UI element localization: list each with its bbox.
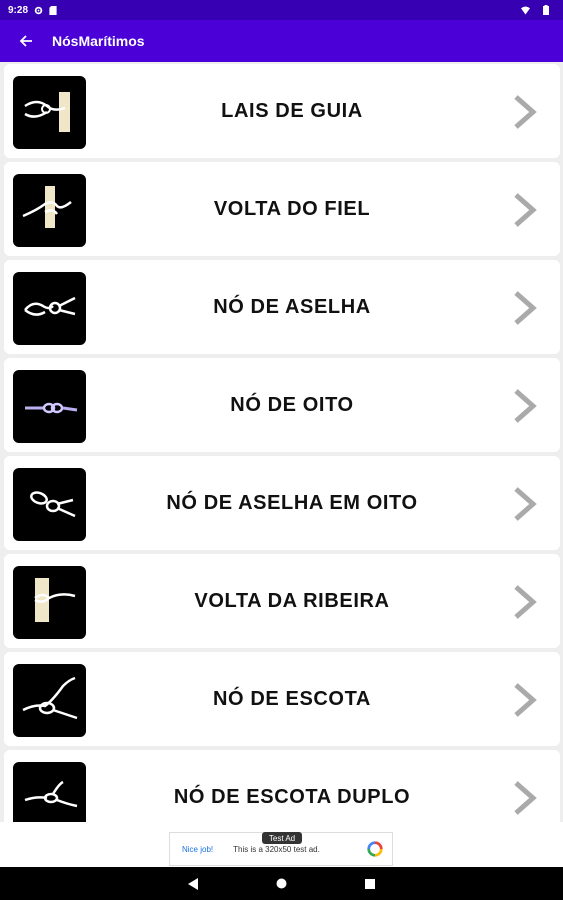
knot-name: VOLTA DO FIEL [213, 197, 371, 220]
sd-card-icon [48, 5, 57, 15]
app-bar: NósMarítimos [0, 20, 563, 62]
ad-cta: Nice job! [182, 844, 214, 854]
clove-hitch-icon [13, 174, 86, 247]
status-time: 9:28 [8, 4, 29, 16]
nav-home-button[interactable] [274, 876, 290, 892]
knot-name: NÓ DE ESCOTA [213, 687, 371, 710]
ad-tag: Test Ad [262, 832, 302, 844]
chevron-right-icon [514, 683, 537, 717]
sheet-bend-icon [13, 664, 86, 737]
system-nav-bar [0, 867, 563, 900]
knot-name: LAIS DE GUIA [221, 99, 363, 122]
list-item[interactable]: NÓ DE ESCOTA DUPLO [4, 750, 560, 822]
list-item[interactable]: NÓ DE ASELHA [4, 260, 560, 354]
triangle-back-icon [188, 877, 198, 890]
chevron-right-icon [514, 95, 537, 129]
status-bar: 9:28 [0, 0, 563, 20]
chevron-right-icon [514, 291, 537, 325]
ad-network-icon [367, 841, 383, 857]
nav-back-button[interactable] [186, 876, 202, 892]
list-item[interactable]: NÓ DE ESCOTA [4, 652, 560, 746]
figure-eight-loop-icon [13, 468, 86, 541]
knot-name: NÓ DE ASELHA [213, 295, 371, 318]
overhand-loop-icon [13, 272, 86, 345]
back-arrow-icon [19, 35, 32, 47]
chevron-right-icon [514, 781, 537, 815]
back-button[interactable] [0, 20, 52, 62]
bowline-icon [13, 76, 86, 149]
square-recents-icon [364, 878, 375, 889]
knot-name: VOLTA DA RIBEIRA [194, 589, 390, 612]
list-item[interactable]: NÓ DE OITO [4, 358, 560, 452]
knot-name: NÓ DE ASELHA EM OITO [166, 491, 418, 514]
list-item[interactable]: VOLTA DA RIBEIRA [4, 554, 560, 648]
ad-area: Nice job! This is a 320x50 test ad. [0, 822, 563, 867]
settings-icon [34, 6, 43, 15]
list-item[interactable]: LAIS DE GUIA [4, 64, 560, 158]
circle-home-icon [276, 878, 287, 889]
chevron-right-icon [514, 585, 537, 619]
figure-eight-icon [13, 370, 86, 443]
nav-recents-button[interactable] [362, 876, 378, 892]
knot-name: NÓ DE OITO [230, 393, 354, 416]
round-turn-icon [13, 566, 86, 639]
list-item[interactable]: NÓ DE ASELHA EM OITO [4, 456, 560, 550]
ad-text: This is a 320x50 test ad. [233, 844, 320, 854]
wifi-icon [521, 5, 530, 15]
chevron-right-icon [514, 193, 537, 227]
page-title: NósMarítimos [52, 33, 145, 49]
chevron-right-icon [514, 487, 537, 521]
list-item[interactable]: VOLTA DO FIEL [4, 162, 560, 256]
knot-name: NÓ DE ESCOTA DUPLO [173, 785, 411, 808]
battery-icon [541, 5, 550, 15]
chevron-right-icon [514, 389, 537, 423]
double-sheet-bend-icon [13, 762, 86, 822]
knot-list: LAIS DE GUIA VOLTA DO FIEL NÓ DE ASELHA [0, 62, 563, 822]
